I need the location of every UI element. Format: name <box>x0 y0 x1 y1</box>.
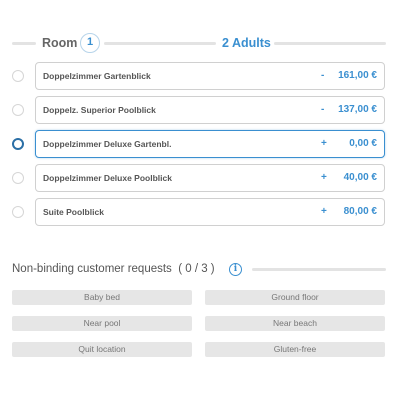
price-sign: - <box>321 70 325 81</box>
room-card-selected[interactable]: Doppelzimmer Deluxe Gartenbl. + 0,00 € <box>35 130 385 158</box>
info-icon[interactable]: i <box>229 263 242 276</box>
price-sign: + <box>321 138 327 149</box>
room-option[interactable]: Doppelz. Superior Poolblick - 137,00 € <box>0 96 400 124</box>
requests-title: Non-binding customer requests ( 0 / 3 ) <box>12 263 215 275</box>
price-sign: - <box>321 104 325 115</box>
adults-step-label[interactable]: 2 Adults <box>222 36 271 50</box>
request-quit-location[interactable]: Quit location <box>12 342 192 357</box>
room-radio-selected[interactable] <box>12 138 24 150</box>
room-name: Suite Poolblick <box>43 207 104 217</box>
room-card[interactable]: Doppelzimmer Deluxe Poolblick + 40,00 € <box>35 164 385 192</box>
room-card[interactable]: Suite Poolblick + 80,00 € <box>35 198 385 226</box>
request-near-pool[interactable]: Near pool <box>12 316 192 331</box>
room-radio[interactable] <box>12 104 24 116</box>
step-divider <box>274 42 386 45</box>
price-difference: 80,00 € <box>343 206 377 217</box>
room-name: Doppelzimmer Deluxe Poolblick <box>43 173 172 183</box>
room-name: Doppelz. Superior Poolblick <box>43 105 156 115</box>
price-difference: 137,00 € <box>338 104 377 115</box>
request-gluten-free[interactable]: Gluten-free <box>205 342 385 357</box>
room-radio[interactable] <box>12 70 24 82</box>
request-baby-bed[interactable]: Baby bed <box>12 290 192 305</box>
room-option[interactable]: Suite Poolblick + 80,00 € <box>0 198 400 226</box>
step-divider <box>12 42 36 45</box>
price-difference: 40,00 € <box>343 172 377 183</box>
price-sign: + <box>321 206 327 217</box>
price-sign: + <box>321 172 327 183</box>
room-radio[interactable] <box>12 172 24 184</box>
room-option[interactable]: Doppelzimmer Deluxe Poolblick + 40,00 € <box>0 164 400 192</box>
room-step-label[interactable]: Room <box>42 36 77 50</box>
price-difference: 0,00 € <box>349 138 377 149</box>
room-name: Doppelzimmer Gartenblick <box>43 71 151 81</box>
step-header: Room 1 2 Adults <box>12 32 386 54</box>
request-near-beach[interactable]: Near beach <box>205 316 385 331</box>
price-difference: 161,00 € <box>338 70 377 81</box>
requests-header: Non-binding customer requests ( 0 / 3 ) … <box>12 262 386 278</box>
room-card[interactable]: Doppelz. Superior Poolblick - 137,00 € <box>35 96 385 124</box>
room-name: Doppelzimmer Deluxe Gartenbl. <box>43 139 172 149</box>
room-radio[interactable] <box>12 206 24 218</box>
room-count-badge[interactable]: 1 <box>80 33 100 53</box>
room-option-selected[interactable]: Doppelzimmer Deluxe Gartenbl. + 0,00 € <box>0 130 400 158</box>
step-divider <box>104 42 216 45</box>
request-ground-floor[interactable]: Ground floor <box>205 290 385 305</box>
section-divider <box>252 268 386 271</box>
room-option[interactable]: Doppelzimmer Gartenblick - 161,00 € <box>0 62 400 90</box>
requests-title-text: Non-binding customer requests <box>12 263 172 275</box>
requests-count: ( 0 / 3 ) <box>178 263 215 275</box>
room-card[interactable]: Doppelzimmer Gartenblick - 161,00 € <box>35 62 385 90</box>
